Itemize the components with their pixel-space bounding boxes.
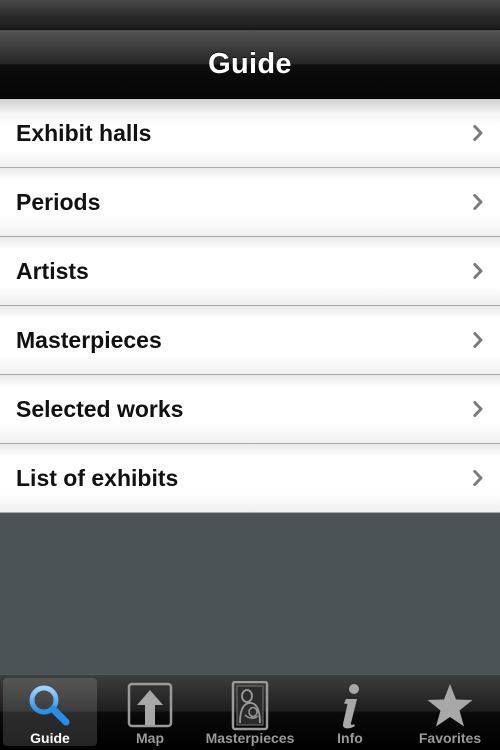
tab-label: Guide [30, 730, 70, 746]
chevron-right-icon [473, 332, 483, 348]
menu-item-selected-works[interactable]: Selected works [0, 375, 500, 444]
chevron-right-icon [473, 125, 483, 141]
menu-item-masterpieces[interactable]: Masterpieces [0, 306, 500, 375]
painting-icon [231, 681, 269, 731]
chevron-right-icon [473, 470, 483, 486]
star-icon [427, 684, 473, 727]
tab-label: Masterpieces [205, 730, 295, 746]
tab-masterpieces[interactable]: Masterpieces [200, 675, 300, 750]
tab-guide[interactable]: Guide [0, 675, 100, 750]
menu-item-artists[interactable]: Artists [0, 237, 500, 306]
chevron-right-icon [473, 401, 483, 417]
chevron-right-icon [473, 263, 483, 279]
guide-menu-list: Exhibit halls Periods Artists Masterpiec… [0, 99, 500, 513]
tab-info[interactable]: Info [300, 675, 400, 750]
menu-item-label: Periods [16, 188, 101, 215]
tab-label: Map [136, 730, 164, 746]
menu-item-periods[interactable]: Periods [0, 168, 500, 237]
menu-item-label: Masterpieces [16, 326, 162, 353]
menu-item-label: Selected works [16, 395, 184, 422]
menu-item-label: List of exhibits [16, 464, 179, 491]
tab-favorites[interactable]: Favorites [400, 675, 500, 750]
tab-label: Favorites [418, 730, 482, 746]
menu-item-label: Artists [16, 257, 89, 284]
menu-item-exhibit-halls[interactable]: Exhibit halls [0, 99, 500, 168]
navigation-bar: Guide [0, 30, 500, 99]
info-icon [342, 684, 359, 729]
status-bar [0, 0, 500, 30]
chevron-right-icon [473, 194, 483, 210]
page-title: Guide [208, 47, 292, 80]
menu-item-label: Exhibit halls [16, 119, 152, 146]
tab-bar: Guide Map Masterpieces Info Favorites [0, 674, 500, 750]
tab-map[interactable]: Map [100, 675, 200, 750]
map-arrow-icon [127, 682, 173, 728]
magnifier-icon [29, 685, 70, 726]
tab-label: Info [337, 730, 363, 746]
menu-item-list-of-exhibits[interactable]: List of exhibits [0, 444, 500, 513]
